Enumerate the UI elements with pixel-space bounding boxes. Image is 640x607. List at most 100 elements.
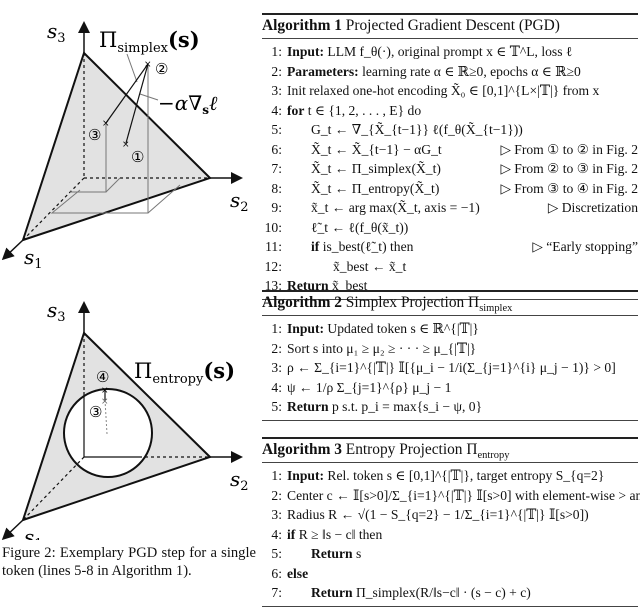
algorithm-name-sub: simplex (479, 303, 513, 315)
line-text: Radius R ← √(1 − S_{q=2} − 1/Σ_{i=1}^{|𝕋… (287, 507, 589, 522)
label-s1: s1 (24, 525, 43, 540)
label-s1: s1 (24, 245, 43, 272)
line-number: 1: (271, 468, 282, 483)
marker-1: ① (131, 148, 144, 166)
algorithm-line: 5: G_t ← ∇_{X̃_{t−1}} ℓ(f_θ(X̃_{t−1})) (262, 120, 638, 140)
line-comment: ▷ From ③ to ④ in Fig. 2 (500, 180, 638, 196)
line-text: X̃_t ← Π_simplex(X̃_t) (311, 161, 441, 176)
line-number: 5: (271, 399, 282, 414)
point-2-mark: × (144, 60, 152, 70)
line-number: 12: (264, 258, 282, 274)
line-text: X̃_t ← X̃_{t−1} − αG_t (311, 141, 442, 157)
algorithm-line: 1: Input: Updated token s ∈ ℝ^{|𝕋|} (262, 319, 638, 339)
algorithm-line: 7: X̃_t ← Π_simplex(X̃_t) ▷ From ② to ③ in… (262, 159, 638, 179)
rule-bottom (262, 605, 638, 607)
line-number: 7: (271, 585, 282, 600)
line-text: ℓ̃_t ← ℓ(f_θ(x̃_t)) (311, 219, 409, 235)
algorithm-line: 3: Init relaxed one-hot encoding X̃₀ ∈ [0… (262, 81, 638, 101)
algorithm-title: Algorithm 1 Projected Gradient Descent (… (262, 15, 638, 36)
line-number: 4: (271, 379, 282, 395)
rule-bottom (262, 419, 638, 421)
keyword: Input: (287, 44, 325, 59)
algorithm-name: Simplex Projection Π (345, 294, 480, 311)
label-s3: s3 (47, 298, 66, 325)
line-number: 11: (265, 239, 282, 254)
label-gradient: −α∇sℓ (158, 91, 218, 117)
algorithm-name: Entropy Projection Π (345, 441, 478, 458)
keyword: Return (311, 546, 353, 561)
line-text: Updated token s ∈ ℝ^{|𝕋|} (324, 321, 479, 336)
algorithm-3-box: Algorithm 3 Entropy Projection Πentropy … (262, 437, 640, 607)
algorithm-name: Projected Gradient Descent (PGD) (345, 17, 560, 34)
point-1-mark: × (122, 140, 130, 150)
label-projection-simplex: Πsimplex(s) (99, 27, 200, 56)
line-number: 9: (271, 200, 282, 215)
axis-s1 (1, 519, 24, 540)
line-number: 2: (271, 487, 282, 503)
algorithm-lines: 1: Input: LLM f_θ(·), original prompt x ∈… (262, 39, 638, 299)
algorithm-line: 8: X̃_t ← Π_entropy(X̃_t) ▷ From ③ to ④ in… (262, 179, 638, 199)
label-s3: s3 (47, 19, 66, 46)
algorithm-line: 2: Parameters: learning rate α ∈ ℝ≥0, epo… (262, 62, 638, 82)
line-number: 5: (271, 546, 282, 561)
algorithm-line: 5: Return p s.t. p_i = max{s_i − ψ, 0} (262, 397, 638, 417)
line-number: 8: (271, 180, 282, 196)
algorithm-name-sub: entropy (477, 450, 510, 462)
line-number: 3: (271, 507, 282, 522)
line-number: 3: (271, 360, 282, 375)
label-s2: s2 (230, 467, 249, 494)
algorithm-title: Algorithm 2 Simplex Projection Πsimplex (262, 292, 638, 315)
keyword: Input: (287, 468, 325, 483)
algorithm-line: 5: Return s (262, 544, 638, 564)
marker-3: ③ (89, 403, 102, 421)
line-text: x̃_best ← x̃_t (333, 258, 407, 274)
line-text: X̃_t ← Π_entropy(X̃_t) (311, 180, 440, 196)
line-number: 4: (271, 526, 282, 542)
algorithm-line: 4: for t ∈ {1, 2, . . . , E} do (262, 101, 638, 121)
algorithm-label: Algorithm 3 (262, 441, 342, 458)
line-number: 2: (271, 63, 282, 79)
marker-2: ② (155, 60, 168, 78)
line-text: learning rate α ∈ ℝ≥0, epochs α ∈ ℝ≥0 (358, 63, 581, 79)
line-text: t ∈ {1, 2, . . . , E} do (304, 102, 422, 118)
algorithm-line: 3: Radius R ← √(1 − S_{q=2} − 1/Σ_{i=1}^{… (262, 505, 638, 525)
line-comment: ▷ From ① to ② in Fig. 2 (500, 141, 638, 157)
algorithm-2-box: Algorithm 2 Simplex Projection Πsimplex … (262, 290, 638, 421)
line-text: Rel. token s ∈ [0,1]^{|𝕋|}, target entro… (324, 468, 605, 483)
line-number: 5: (271, 122, 282, 137)
algorithm-line: 3: ρ ← Σ_{i=1}^{|𝕋|} 𝕀[{μ_i − 1/i(Σ_{j=1}… (262, 358, 638, 378)
line-comment: ▷ Discretization (547, 200, 638, 215)
line-text: Center c ← 𝕀[s>0]/Σ_{i=1}^{|𝕋|} 𝕀[s>0] w… (287, 487, 640, 503)
line-text: Sort s into μ₁ ≥ μ₂ ≥ · · · ≥ μ_{|𝕋|} (287, 340, 477, 356)
line-text: s (352, 546, 362, 561)
algorithm-line: 10: ℓ̃_t ← ℓ(f_θ(x̃_t)) (262, 218, 638, 238)
label-pointer (126, 53, 138, 83)
keyword: Input: (287, 321, 325, 336)
line-text: is_best(ℓ̃_t) then (319, 239, 414, 254)
gradient-pointer (139, 93, 159, 101)
point-4-mark: × (101, 386, 109, 396)
algorithm-line: 4: ψ ← 1/ρ Σ_{j=1}^{ρ} μ_j − 1 (262, 378, 638, 398)
algorithm-label: Algorithm 1 (262, 17, 342, 34)
line-number: 10: (264, 219, 282, 235)
line-comment: ▷ From ② to ③ in Fig. 2 (500, 161, 638, 176)
line-text: ρ ← Σ_{i=1}^{|𝕋|} 𝕀[{μ_i − 1/i(Σ_{j=1}^{… (287, 360, 616, 375)
line-text: LLM f_θ(·), original prompt x ∈ 𝕋^L, los… (324, 44, 573, 59)
figure-caption: Figure 2: Exemplary PGD step for a singl… (2, 545, 256, 579)
simplex-triangle (21, 51, 212, 242)
line-text: Init relaxed one-hot encoding X̃₀ ∈ [0,1… (287, 83, 600, 98)
keyword: Return (287, 399, 329, 414)
line-text: x̃_t ← arg max(X̃_t, axis = −1) (311, 200, 480, 215)
figure-simplex-panel: × × × ① ② ③ s3 s2 s1 Πsimplex(s) −α∇sℓ (0, 0, 258, 290)
simplex-diagram: × × × ① ② ③ s3 s2 s1 Πsimplex(s) −α∇sℓ (1, 19, 249, 272)
line-number: 6: (271, 141, 282, 157)
line-number: 1: (271, 44, 282, 59)
line-text: p s.t. p_i = max{s_i − ψ, 0} (328, 399, 483, 414)
line-number: 2: (271, 340, 282, 356)
line-text: R ≥ ‖s − c‖ then (295, 526, 383, 542)
line-text: G_t ← ∇_{X̃_{t−1}} ℓ(f_θ(X̃_{t−1})) (311, 122, 523, 137)
algorithm-line: 6: X̃_t ← X̃_{t−1} − αG_t ▷ From ① to ② in… (262, 140, 638, 160)
algorithm-line: 2: Sort s into μ₁ ≥ μ₂ ≥ · · · ≥ μ_{|𝕋|} (262, 339, 638, 359)
label-projection-entropy: Πentropy(s) (134, 358, 235, 387)
label-s2: s2 (230, 188, 249, 215)
